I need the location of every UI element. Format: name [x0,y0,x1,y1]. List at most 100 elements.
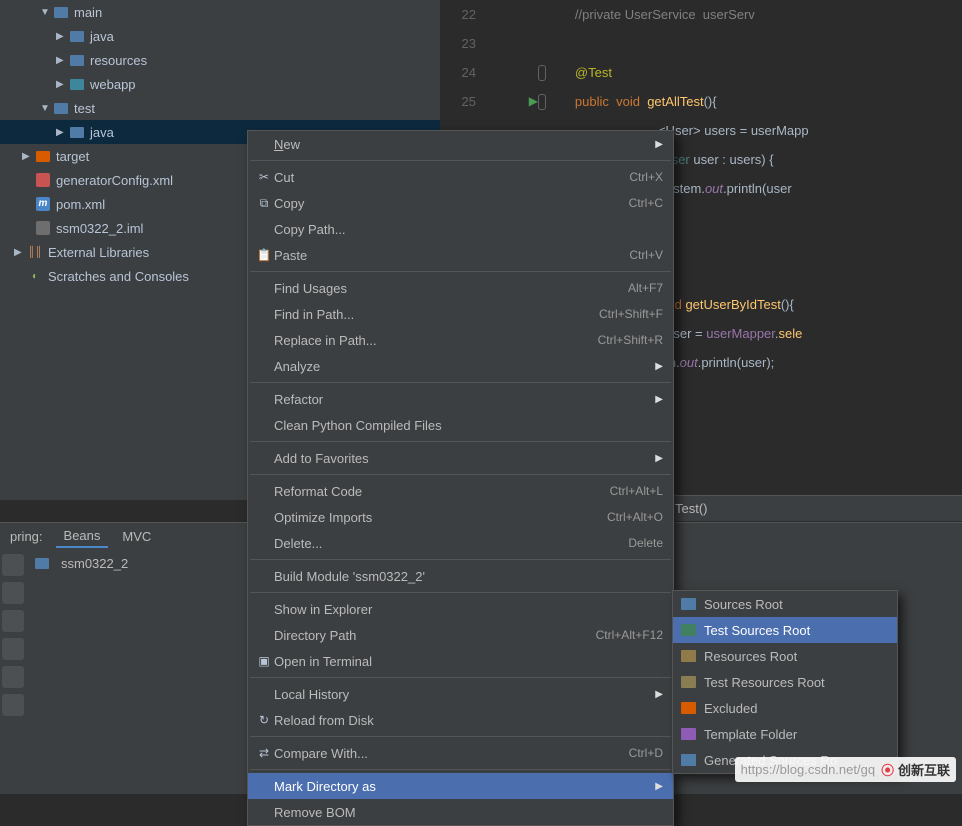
tree-item-main-webapp[interactable]: ▶webapp [0,72,440,96]
menu-show-explorer[interactable]: Show in Explorer [248,596,673,622]
folder-icon [70,79,84,90]
chevron-right-icon: ▶ [655,394,663,405]
folder-icon [681,676,696,688]
tree-item-main-resources[interactable]: ▶resources [0,48,440,72]
tree-label: External Libraries [48,245,149,260]
menu-clean-python[interactable]: Clean Python Compiled Files [248,412,673,438]
submenu-label: Resources Root [704,649,797,664]
tab-mvc[interactable]: MVC [114,526,159,547]
submenu-sources-root[interactable]: Sources Root [673,591,897,617]
menu-replace-in-path[interactable]: Replace in Path...Ctrl+Shift+R [248,327,673,353]
tree-item-test[interactable]: ▼test [0,96,440,120]
tab-beans[interactable]: Beans [56,525,109,548]
tool-button[interactable] [2,638,24,660]
menu-optimize-imports[interactable]: Optimize ImportsCtrl+Alt+O [248,504,673,530]
tree-label: java [90,125,114,140]
reload-icon: ↻ [254,713,274,727]
tree-item-main-java[interactable]: ▶java [0,24,440,48]
menu-copy-path[interactable]: Copy Path... [248,216,673,242]
tool-button[interactable] [2,694,24,716]
menu-open-terminal[interactable]: ▣Open in Terminal [248,648,673,674]
tool-label: pring: [0,529,53,544]
menu-find-usages[interactable]: Find UsagesAlt+F7 [248,275,673,301]
code-line: public void getAllTest(){ [546,87,717,116]
line-number: 25 [440,87,486,116]
submenu-excluded[interactable]: Excluded [673,695,897,721]
tree-label: webapp [90,77,136,92]
submenu-test-resources-root[interactable]: Test Resources Root [673,669,897,695]
line-number: 24 [440,58,486,87]
chevron-right-icon: ▶ [655,453,663,464]
cut-icon: ✂ [254,170,274,184]
folder-icon [70,127,84,138]
tool-button[interactable] [2,582,24,604]
maven-file-icon: m [36,197,50,211]
tool-button[interactable] [2,666,24,688]
submenu-label: Sources Root [704,597,783,612]
folder-icon [681,598,696,610]
menu-refactor[interactable]: Refactor▶ [248,386,673,412]
menu-reload-disk[interactable]: ↻Reload from Disk [248,707,673,733]
paste-icon: 📋 [254,248,274,262]
tree-label: target [56,149,89,164]
submenu-label: Excluded [704,701,757,716]
context-menu: NNewew▶ ✂CutCtrl+X ⧉CopyCtrl+C Copy Path… [247,130,674,826]
tree-label: generatorConfig.xml [56,173,173,188]
menu-analyze[interactable]: Analyze▶ [248,353,673,379]
folder-icon [681,702,696,714]
code-line: @Test [546,58,612,87]
folder-icon [681,754,696,766]
tool-button[interactable] [2,610,24,632]
submenu-resources-root[interactable]: Resources Root [673,643,897,669]
folder-icon [35,558,49,569]
folder-icon [54,7,68,18]
menu-new[interactable]: NNewew▶ [248,131,673,157]
tree-label: resources [90,53,147,68]
menu-cut[interactable]: ✂CutCtrl+X [248,164,673,190]
chevron-right-icon: ▶ [655,361,663,372]
menu-find-in-path[interactable]: Find in Path...Ctrl+Shift+F [248,301,673,327]
folder-icon [70,31,84,42]
tree-label: main [74,5,102,20]
folder-icon [36,151,50,162]
run-icon[interactable]: ▶ [529,87,538,116]
menu-copy[interactable]: ⧉CopyCtrl+C [248,190,673,216]
folder-icon [70,55,84,66]
beans-item-label: ssm0322_2 [61,556,128,571]
fold-marker-icon[interactable] [538,94,546,110]
line-number: 22 [440,0,486,29]
menu-compare-with[interactable]: ⇄Compare With...Ctrl+D [248,740,673,766]
tool-button[interactable] [2,554,24,576]
menu-paste[interactable]: 📋PasteCtrl+V [248,242,673,268]
copy-icon: ⧉ [254,196,274,211]
submenu-template-folder[interactable]: Template Folder [673,721,897,747]
menu-remove-bom[interactable]: Remove BOM [248,799,673,825]
code-line: //private UserService userServ [546,0,755,29]
breadcrumb-segment[interactable]: Test() [675,501,708,516]
chevron-right-icon: ▶ [655,139,663,150]
submenu-label: Test Resources Root [704,675,825,690]
menu-mark-directory-as[interactable]: Mark Directory as▶ [248,773,673,799]
scratch-icon: ◐ [28,269,42,283]
iml-file-icon [36,221,50,235]
submenu-test-sources-root[interactable]: Test Sources Root [673,617,897,643]
watermark-brand: 创新互联 [898,763,950,778]
menu-add-favorites[interactable]: Add to Favorites▶ [248,445,673,471]
tree-label: ssm0322_2.iml [56,221,143,236]
menu-delete[interactable]: Delete...Delete [248,530,673,556]
menu-build-module[interactable]: Build Module 'ssm0322_2' [248,563,673,589]
xml-file-icon [36,173,50,187]
tree-item-main[interactable]: ▼main [0,0,440,24]
diff-icon: ⇄ [254,746,274,760]
tool-strip [0,550,25,794]
folder-icon [54,103,68,114]
submenu-label: Test Sources Root [704,623,810,638]
fold-marker-icon[interactable] [538,65,546,81]
menu-reformat[interactable]: Reformat CodeCtrl+Alt+L [248,478,673,504]
tree-label: Scratches and Consoles [48,269,189,284]
folder-icon [681,650,696,662]
menu-directory-path[interactable]: Directory PathCtrl+Alt+F12 [248,622,673,648]
menu-local-history[interactable]: Local History▶ [248,681,673,707]
submenu-label: Template Folder [704,727,797,742]
chevron-right-icon: ▶ [655,689,663,700]
